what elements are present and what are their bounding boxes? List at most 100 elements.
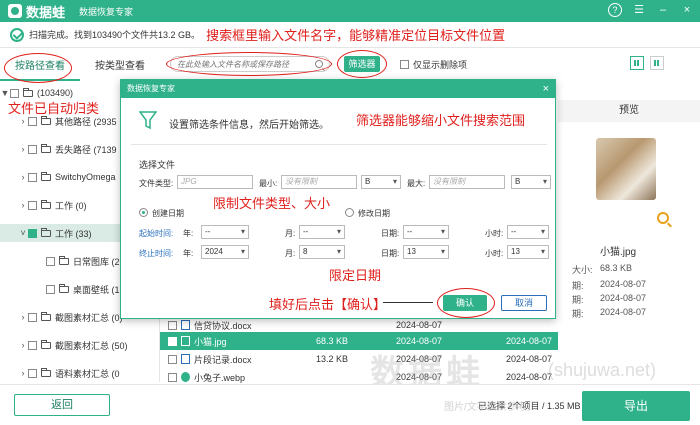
chevron-down-icon[interactable]: ˅ [18,228,28,238]
tree-checkbox[interactable] [28,116,37,126]
start-day-select[interactable]: -- ▾ [403,225,449,239]
preview-meta-row: 大小: 68.3 KB [572,263,633,275]
back-button[interactable]: 返回 [14,394,110,416]
scan-status-bar: 扫描完成。找到103490个文件共13.2 GB。 搜索框里输入文件名字，能够精… [0,22,700,48]
tree-checkbox[interactable] [28,172,37,182]
chevron-right-icon[interactable]: › [18,340,28,350]
max-unit-select[interactable]: B ▾ [511,175,551,189]
app-title: 数据恢复专家 [79,6,134,17]
tree-item-label: SwitchyOmega [55,172,116,182]
minimize-button[interactable]: – [656,3,670,17]
row-checkbox[interactable] [168,336,177,346]
tree-checkbox[interactable] [28,200,37,210]
tree-checkbox[interactable] [28,340,37,350]
help-button[interactable]: ? [608,3,622,17]
end-hour-select[interactable]: 13 ▾ [507,245,549,259]
row-checkbox[interactable] [168,372,177,382]
kitten-photo-thumbnail [596,138,656,200]
row-checkbox[interactable] [168,320,177,330]
folder-icon [41,199,51,209]
cancel-button[interactable]: 取消 [501,295,547,311]
logo-text: 数据蛙 [26,4,66,20]
close-icon[interactable]: × [543,80,549,98]
modified-date-radio[interactable] [345,208,354,217]
tree-item-label: 工作 (0) [55,200,87,211]
tree-checkbox[interactable] [28,368,37,378]
close-button[interactable]: × [680,3,694,17]
end-day-select[interactable]: 13 ▾ [403,245,449,259]
preview-meta-row: 期: 2024-08-07 [572,293,647,305]
table-row[interactable]: 片段记录.docx 13.2 KB 2024-08-07 2024-08-07 [160,350,558,368]
grid-view-icon[interactable] [630,56,644,70]
preview-header: 预览 [558,100,700,122]
end-time-label: 终止时间: [139,249,174,258]
tree-checkbox[interactable] [10,88,19,98]
tree-item-label: 工作 (33) [55,228,92,239]
tree-item[interactable]: › 截图素材汇总 (50) [0,336,160,354]
file-type-input[interactable]: JPG [177,175,253,189]
only-deleted-toggle[interactable]: 仅显示删除项 [400,58,467,71]
filter-annotation: 筛选器能够缩小文件搜索范围 [356,113,526,128]
chevron-right-icon[interactable]: › [18,116,28,126]
doc-file-icon [181,354,190,364]
tree-item-label: 截图素材汇总 (50) [55,340,128,351]
preview-file-name: 小猫.jpg [600,247,637,258]
folder-icon [59,255,69,265]
tree-annotation: 文件已自动归类 [8,101,100,116]
funnel-icon [139,111,157,130]
divider [131,144,547,145]
start-month-select[interactable]: -- ▾ [299,225,345,239]
start-year-select[interactable]: -- ▾ [201,225,249,239]
min-size-input[interactable]: 没有限制 [281,175,357,189]
folder-icon [41,311,51,321]
created-date-label: 创建日期 [152,209,184,218]
folder-icon [41,227,51,237]
chevron-right-icon[interactable]: › [18,172,28,182]
filter-highlight-ellipse [337,50,387,78]
confirm-button[interactable]: 确认 [443,295,487,311]
chevron-down-icon[interactable]: ▼ [0,88,10,98]
chevron-right-icon[interactable]: › [18,144,28,154]
dialog-description: 设置筛选条件信息，然后开始筛选。 [169,120,329,131]
list-view-icon[interactable] [650,56,664,70]
chevron-right-icon[interactable]: › [18,200,28,210]
only-deleted-checkbox[interactable] [400,60,409,69]
tab-by-type[interactable]: 按类型查看 [80,55,160,81]
tree-item-label: 丢失路径 (7139 [55,144,117,155]
folder-icon [41,339,51,349]
folder-icon [41,115,51,125]
tree-checkbox[interactable] [28,312,37,322]
max-size-input[interactable]: 没有限制 [429,175,505,189]
created-date-radio[interactable] [139,208,148,217]
modified-date-label: 修改日期 [358,209,390,218]
export-button[interactable]: 导出 [582,391,690,421]
menu-button[interactable]: ☰ [632,3,646,17]
app-logo: 数据蛙 [8,2,65,21]
tree-checkbox[interactable] [28,228,37,238]
end-month-select[interactable]: 8 ▾ [299,245,345,259]
tree-checkbox[interactable] [46,284,55,294]
start-hour-select[interactable]: -- ▾ [507,225,549,239]
filter-dialog: 数据恢复专家 × 设置筛选条件信息，然后开始筛选。 筛选器能够缩小文件搜索范围 … [120,79,556,319]
zoom-search-icon[interactable] [657,212,669,224]
row-checkbox[interactable] [168,354,177,364]
watermark-note: 图片/文字仅供参考， [444,402,537,413]
drive-icon [23,87,33,97]
chevron-right-icon[interactable]: › [18,312,28,322]
table-row-selected[interactable]: 小猫.jpg 68.3 KB 2024-08-07 2024-08-07 [160,332,558,350]
chevron-right-icon[interactable]: › [18,368,28,378]
preview-meta-row: 期: 2024-08-07 [572,279,647,291]
tree-item-label: 语料素材汇总 (0 [55,368,120,379]
tree-checkbox[interactable] [28,144,37,154]
end-year-select[interactable]: 2024 ▾ [201,245,249,259]
title-bar: 数据蛙 数据恢复专家 ? ☰ – × [0,0,700,22]
min-size-label: 最小: [259,179,278,188]
section-title: 选择文件 [139,160,176,170]
folder-icon [41,143,51,153]
min-unit-select[interactable]: B ▾ [361,175,401,189]
confirm-annotation: 填好后点击【确认】 [269,297,387,312]
preview-meta-row: 期: 2024-08-07 [572,307,647,319]
tree-checkbox[interactable] [46,256,55,266]
tree-item[interactable]: › 语料素材汇总 (0 [0,364,160,382]
watermark-url: (shujuwa.net) [548,360,657,380]
